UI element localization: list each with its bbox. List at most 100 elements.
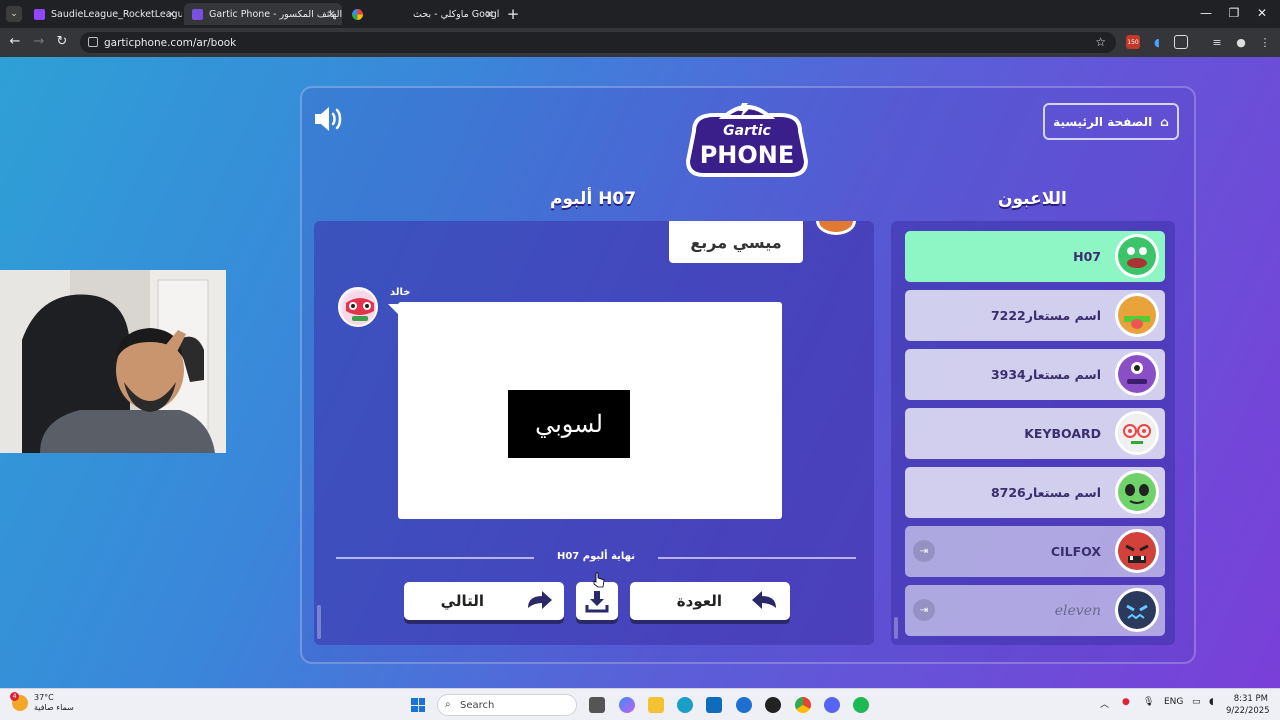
album-scrollbar[interactable] <box>317 605 321 639</box>
google-icon <box>352 8 363 20</box>
player-name: اسم مستعار8726 <box>990 485 1101 500</box>
drawing-image: لسوبي <box>508 390 630 458</box>
app-icon[interactable] <box>765 697 781 713</box>
new-tab-button[interactable]: + <box>504 5 522 23</box>
players-scrollbar[interactable] <box>894 617 898 639</box>
audio-extension-icon[interactable]: ◖ <box>1150 35 1164 49</box>
divider-line <box>658 557 856 559</box>
player-row: KEYBOARD <box>905 408 1165 459</box>
task-view-icon[interactable] <box>589 697 605 713</box>
twitch-icon <box>34 8 45 20</box>
player-row: اسم مستعار8726 <box>905 467 1165 518</box>
album-title: ألبوم H07 <box>550 189 637 209</box>
end-of-album-divider: نهاية ألبوم H07 <box>336 551 856 565</box>
player-row: H07 <box>905 231 1165 282</box>
speaker-icon[interactable] <box>313 105 345 133</box>
address-bar[interactable]: garticphone.com/ar/book ☆ <box>80 32 1116 53</box>
clock[interactable]: 8:31 PM 9/22/2025 <box>1226 693 1270 717</box>
exit-icon: ⇥ <box>913 599 935 621</box>
drawing-text: لسوبي <box>535 410 603 438</box>
search-icon: ⌕ <box>445 699 451 710</box>
drawer-name: خالد <box>390 287 411 298</box>
microphone-icon[interactable]: 🎙 <box>1143 697 1154 707</box>
player-avatar <box>1115 470 1159 514</box>
browser-tab-bar: ⌄ SaudieLeague_RocketLeague ✕ Gartic Pho… <box>0 0 1280 28</box>
bookmark-star-icon[interactable]: ☆ <box>1095 35 1106 49</box>
copilot-icon[interactable] <box>619 697 635 713</box>
close-icon[interactable]: ✕ <box>485 8 494 21</box>
exit-icon: ⇥ <box>913 540 935 562</box>
language-indicator[interactable]: ENG <box>1164 697 1183 707</box>
gartic-icon <box>192 8 203 20</box>
outlook-icon[interactable] <box>706 697 722 713</box>
player-name: اسم مستعار3934 <box>990 367 1101 382</box>
bubble-tail <box>388 304 398 314</box>
player-avatar <box>1115 293 1159 337</box>
taskbar-search[interactable]: ⌕ Search <box>437 694 577 716</box>
media-control-icon[interactable]: ≡ <box>1210 35 1224 49</box>
minimize-button[interactable]: — <box>1196 6 1216 20</box>
players-panel: H07 اسم مستعار7222 اسم مستعار3934 KEYBOA… <box>891 221 1175 645</box>
menu-dots-icon[interactable]: ⋮ <box>1258 35 1272 49</box>
avatar <box>816 221 856 235</box>
discord-icon[interactable] <box>824 697 840 713</box>
spotify-icon[interactable] <box>853 697 869 713</box>
player-name: CILFOX <box>1050 544 1101 559</box>
notification-badge: 4 <box>10 692 19 701</box>
extensions-puzzle-icon[interactable] <box>1174 35 1188 49</box>
players-title: اللاعبون <box>998 189 1067 209</box>
player-name: اسم مستعار7222 <box>990 308 1101 323</box>
browser-tab-twitch[interactable]: SaudieLeague_RocketLeague ✕ <box>26 3 182 25</box>
site-info-icon[interactable] <box>88 37 98 47</box>
file-explorer-icon[interactable] <box>648 697 664 713</box>
weather-desc: سماء صافية <box>34 703 74 712</box>
next-button-label: التالي <box>440 592 484 610</box>
game-page: Gartic PHONE ⌂ الصفحة الرئيسية ألبوم H07… <box>0 57 1280 688</box>
start-button[interactable] <box>411 698 425 712</box>
extension-badge: 150 <box>1127 38 1139 46</box>
player-avatar <box>1115 352 1159 396</box>
home-button[interactable]: ⌂ الصفحة الرئيسية <box>1043 103 1179 140</box>
volume-icon[interactable]: ◖ <box>1209 697 1214 707</box>
mouse-cursor-icon <box>593 572 605 588</box>
extension-icon[interactable]: 150 <box>1126 35 1140 49</box>
drawer-avatar <box>338 287 378 327</box>
browser-tab-google[interactable]: ماوكلي - بحث Google ✕ <box>344 3 500 25</box>
back-arrow-icon[interactable]: ← <box>6 34 24 49</box>
reload-icon[interactable]: ↻ <box>53 34 71 49</box>
tray-app-icon[interactable]: ● <box>1122 697 1130 707</box>
close-icon[interactable]: ✕ <box>167 8 176 21</box>
back-button[interactable]: العودة <box>630 582 790 620</box>
profile-icon[interactable]: ● <box>1234 35 1248 49</box>
avatar-fill <box>1118 473 1156 511</box>
player-row: ⇥ CILFOX <box>905 526 1165 577</box>
close-icon[interactable]: ✕ <box>327 8 336 21</box>
windows-taskbar: 4 37°C سماء صافية ⌕ Search ︿ ● 🎙 ENG ▭ ◖… <box>0 688 1280 720</box>
player-row: اسم مستعار7222 <box>905 290 1165 341</box>
logo-bottom-text: PHONE <box>700 141 795 169</box>
avatar-fill <box>1118 532 1156 570</box>
app-icon[interactable] <box>736 697 752 713</box>
chrome-icon[interactable] <box>795 697 811 713</box>
home-icon: ⌂ <box>1160 114 1169 129</box>
weather-sun-icon: 4 <box>10 692 28 711</box>
weather-text: 37°C سماء صافية <box>34 693 74 713</box>
edge-icon[interactable] <box>677 697 693 713</box>
window-close-button[interactable]: ✕ <box>1252 6 1272 20</box>
network-icon[interactable]: ▭ <box>1192 697 1201 707</box>
player-avatar <box>1115 529 1159 573</box>
player-row: اسم مستعار3934 <box>905 349 1165 400</box>
show-hidden-icons[interactable]: ︿ <box>1100 697 1109 710</box>
next-button[interactable]: التالي <box>404 582 564 620</box>
player-avatar <box>1115 234 1159 278</box>
weather-widget[interactable]: 4 37°C سماء صافية <box>10 692 74 713</box>
back-arrow-icon <box>752 591 776 609</box>
restore-button[interactable]: ❐ <box>1224 6 1244 20</box>
player-avatar <box>1115 588 1159 632</box>
logo-top-text: Gartic <box>723 123 771 139</box>
url-text: garticphone.com/ar/book <box>104 36 237 49</box>
browser-tab-gartic[interactable]: Gartic Phone - الهاتف المكسور ✕ <box>184 3 342 25</box>
tab-search-button[interactable]: ⌄ <box>6 6 22 22</box>
forward-arrow-icon[interactable]: → <box>30 34 48 49</box>
prompt-bubble: ميسي مربع <box>669 221 803 263</box>
